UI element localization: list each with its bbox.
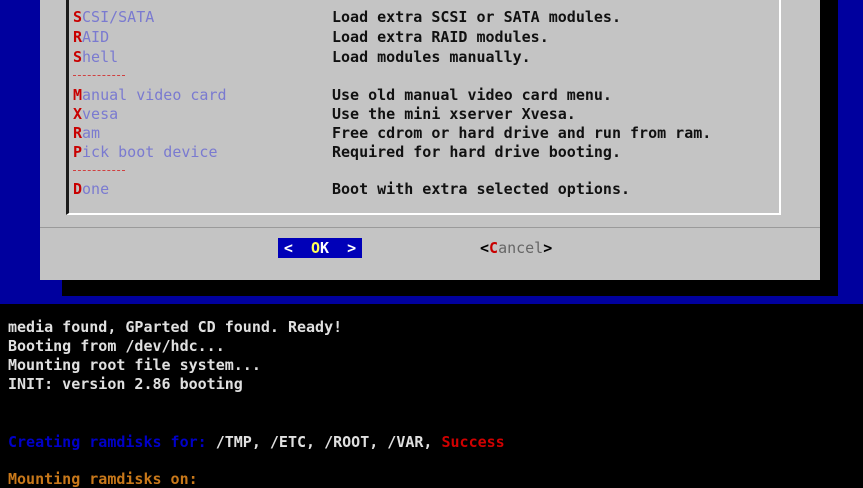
button-area-divider xyxy=(40,227,820,228)
cancel-bracket-left: < xyxy=(480,239,490,257)
ok-button[interactable]: < OK > xyxy=(278,238,362,258)
item-label: vesa xyxy=(82,105,119,123)
hotkey: P xyxy=(73,143,83,161)
list-item-shell[interactable]: Shell Load modules manually. xyxy=(69,48,779,68)
console-ramdisk-line: Creating ramdisks for: /TMP, /ETC, /ROOT… xyxy=(8,433,505,451)
list-item-xvesa[interactable]: Xvesa Use the mini xserver Xvesa. xyxy=(69,105,779,125)
cancel-label: ancel xyxy=(498,239,544,257)
item-label: CSI/SATA xyxy=(82,8,155,26)
item-label: ick boot device xyxy=(82,143,218,161)
console-mount-line: Mounting ramdisks on: xyxy=(8,470,198,488)
list-item-manual-video-card[interactable]: Manual video card Use old manual video c… xyxy=(69,86,779,106)
list-item-scsi-sata[interactable]: SCSI/SATA Load extra SCSI or SATA module… xyxy=(69,8,779,28)
item-label: AID xyxy=(82,28,110,46)
item-label: hell xyxy=(82,48,119,66)
ramdisk-status: Success xyxy=(441,433,505,451)
separator-line xyxy=(73,75,125,76)
hotkey: S xyxy=(73,8,83,26)
console-line: INIT: version 2.86 booting xyxy=(8,375,243,393)
hotkey: S xyxy=(73,48,83,66)
item-description: Load extra RAID modules. xyxy=(332,28,549,46)
ok-bracket-right: > xyxy=(329,239,357,257)
ramdisk-prefix: Creating ramdisks for: xyxy=(8,433,216,451)
separator-line xyxy=(73,170,125,171)
list-separator xyxy=(69,161,779,181)
item-label: one xyxy=(82,180,110,198)
console-line: media found, GParted CD found. Ready! xyxy=(8,318,343,336)
item-label: am xyxy=(82,124,101,142)
ramdisk-paths: /TMP, /ETC, /ROOT, /VAR, xyxy=(215,433,442,451)
list-item-done[interactable]: Done Boot with extra selected options. xyxy=(69,180,779,200)
cancel-button[interactable]: <Cancel> xyxy=(480,238,552,258)
cancel-bracket-right: > xyxy=(543,239,553,257)
list-item-pick-boot-device[interactable]: Pick boot device Required for hard drive… xyxy=(69,143,779,163)
item-label: anual video card xyxy=(82,86,227,104)
ok-label: K xyxy=(320,239,330,257)
hotkey: R xyxy=(73,124,83,142)
console-line: Mounting root file system... xyxy=(8,356,261,374)
hotkey: D xyxy=(73,180,83,198)
console-line: Booting from /dev/hdc... xyxy=(8,337,225,355)
item-description: Free cdrom or hard drive and run from ra… xyxy=(332,124,712,142)
item-description: Load extra SCSI or SATA modules. xyxy=(332,8,621,26)
item-description: Load modules manually. xyxy=(332,48,531,66)
hotkey: R xyxy=(73,28,83,46)
ok-hotkey: O xyxy=(310,239,320,257)
list-item-ram[interactable]: Ram Free cdrom or hard drive and run fro… xyxy=(69,124,779,144)
item-description: Boot with extra selected options. xyxy=(332,180,631,198)
ok-bracket-left: < xyxy=(283,239,311,257)
list-separator xyxy=(69,66,779,86)
hotkey: X xyxy=(73,105,83,123)
boot-options-dialog: SCSI/SATA Load extra SCSI or SATA module… xyxy=(40,0,820,280)
list-item-raid[interactable]: RAID Load extra RAID modules. xyxy=(69,28,779,48)
item-description: Required for hard drive booting. xyxy=(332,143,621,161)
hotkey: M xyxy=(73,86,83,104)
cancel-hotkey: C xyxy=(489,239,499,257)
item-description: Use the mini xserver Xvesa. xyxy=(332,105,576,123)
options-list[interactable]: SCSI/SATA Load extra SCSI or SATA module… xyxy=(66,0,781,215)
item-description: Use old manual video card menu. xyxy=(332,86,612,104)
